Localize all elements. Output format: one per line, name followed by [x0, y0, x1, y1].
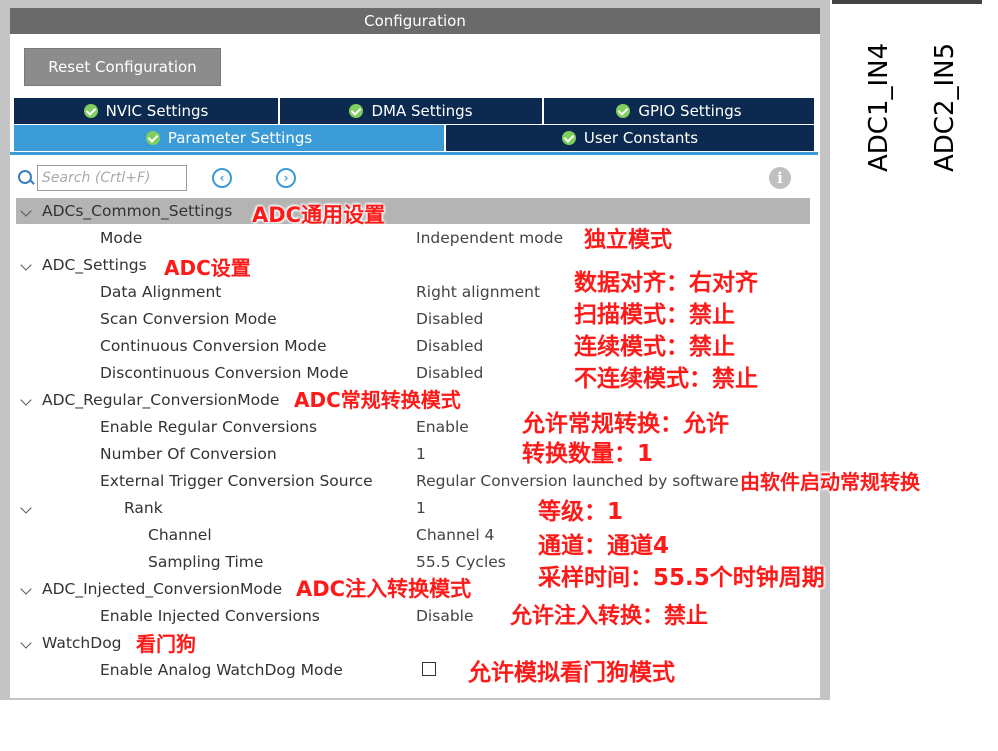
next-icon[interactable]: ›: [276, 168, 296, 188]
param-external-trigger-conversion-source[interactable]: External Trigger Conversion Source Regul…: [16, 468, 810, 494]
annotation-common: ADC通用设置: [252, 203, 386, 227]
pin-label-adc1-in4: ADC1_IN4: [864, 42, 894, 172]
analog-watchdog-checkbox[interactable]: [422, 662, 436, 676]
search-icon[interactable]: [18, 170, 32, 184]
pin-label-adc2-in5: ADC2_IN5: [930, 42, 960, 172]
tab-dma-settings[interactable]: DMA Settings: [280, 98, 544, 124]
group-rank[interactable]: Rank 1: [16, 495, 810, 521]
tab-user-constants[interactable]: User Constants: [446, 125, 814, 151]
top-edge-fragment: [832, 0, 982, 4]
check-circle-icon: [616, 104, 631, 118]
check-circle-icon: [83, 104, 98, 118]
annotation-software: 由软件启动常规转换: [740, 470, 920, 494]
annotation-conv-count: 转换数量：1: [522, 441, 654, 467]
info-icon[interactable]: i: [769, 167, 791, 189]
check-circle-icon: [561, 131, 576, 145]
param-mode[interactable]: Mode Independent mode: [16, 225, 810, 251]
annotation-enable-injected: 允许注入转换：禁止: [510, 604, 709, 629]
annotation-continuous: 连续模式：禁止: [574, 334, 735, 360]
search-input[interactable]: [37, 165, 187, 191]
annotation-watchdog: 看门狗: [136, 632, 196, 656]
group-adcs-common-settings[interactable]: ADCs_Common_Settings: [16, 198, 810, 224]
window-title: Configuration: [10, 8, 820, 34]
chevron-down-icon[interactable]: [20, 502, 32, 514]
param-enable-analog-watchdog-mode[interactable]: Enable Analog WatchDog Mode: [16, 657, 810, 683]
annotation-rank: 等级：1: [538, 499, 624, 525]
check-circle-icon: [349, 104, 364, 118]
annotation-adc-settings: ADC设置: [164, 256, 251, 280]
chevron-down-icon[interactable]: [20, 205, 32, 217]
chevron-down-icon[interactable]: [20, 394, 32, 406]
previous-icon[interactable]: ‹: [212, 168, 232, 188]
annotation-injected-mode: ADC注入转换模式: [296, 577, 472, 601]
annotation-independent: 独立模式: [584, 228, 673, 253]
annotation-enable-regular: 允许常规转换：允许: [522, 411, 729, 437]
annotation-discontinuous: 不连续模式：禁止: [574, 366, 758, 392]
tab-gpio-settings[interactable]: GPIO Settings: [544, 98, 814, 124]
annotation-data-align: 数据对齐：右对齐: [574, 270, 758, 296]
tab-parameter-settings[interactable]: Parameter Settings: [14, 125, 446, 151]
check-circle-icon: [145, 131, 160, 145]
tab-nvic-settings[interactable]: NVIC Settings: [14, 98, 280, 124]
reset-configuration-button[interactable]: Reset Configuration: [24, 48, 221, 86]
chevron-down-icon[interactable]: [20, 637, 32, 649]
annotation-regular-mode: ADC常规转换模式: [294, 388, 461, 412]
param-number-of-conversion[interactable]: Number Of Conversion 1: [16, 441, 810, 467]
annotation-channel: 通道：通道4: [538, 533, 670, 559]
annotation-sampling: 采样时间：55.5个时钟周期: [538, 565, 825, 591]
chevron-down-icon[interactable]: [20, 259, 32, 271]
chevron-down-icon[interactable]: [20, 583, 32, 595]
tab-underline: [10, 152, 818, 155]
param-channel[interactable]: Channel Channel 4: [16, 522, 810, 548]
annotation-analog-watchdog: 允许模拟看门狗模式: [468, 660, 675, 686]
annotation-scan: 扫描模式：禁止: [574, 302, 735, 328]
